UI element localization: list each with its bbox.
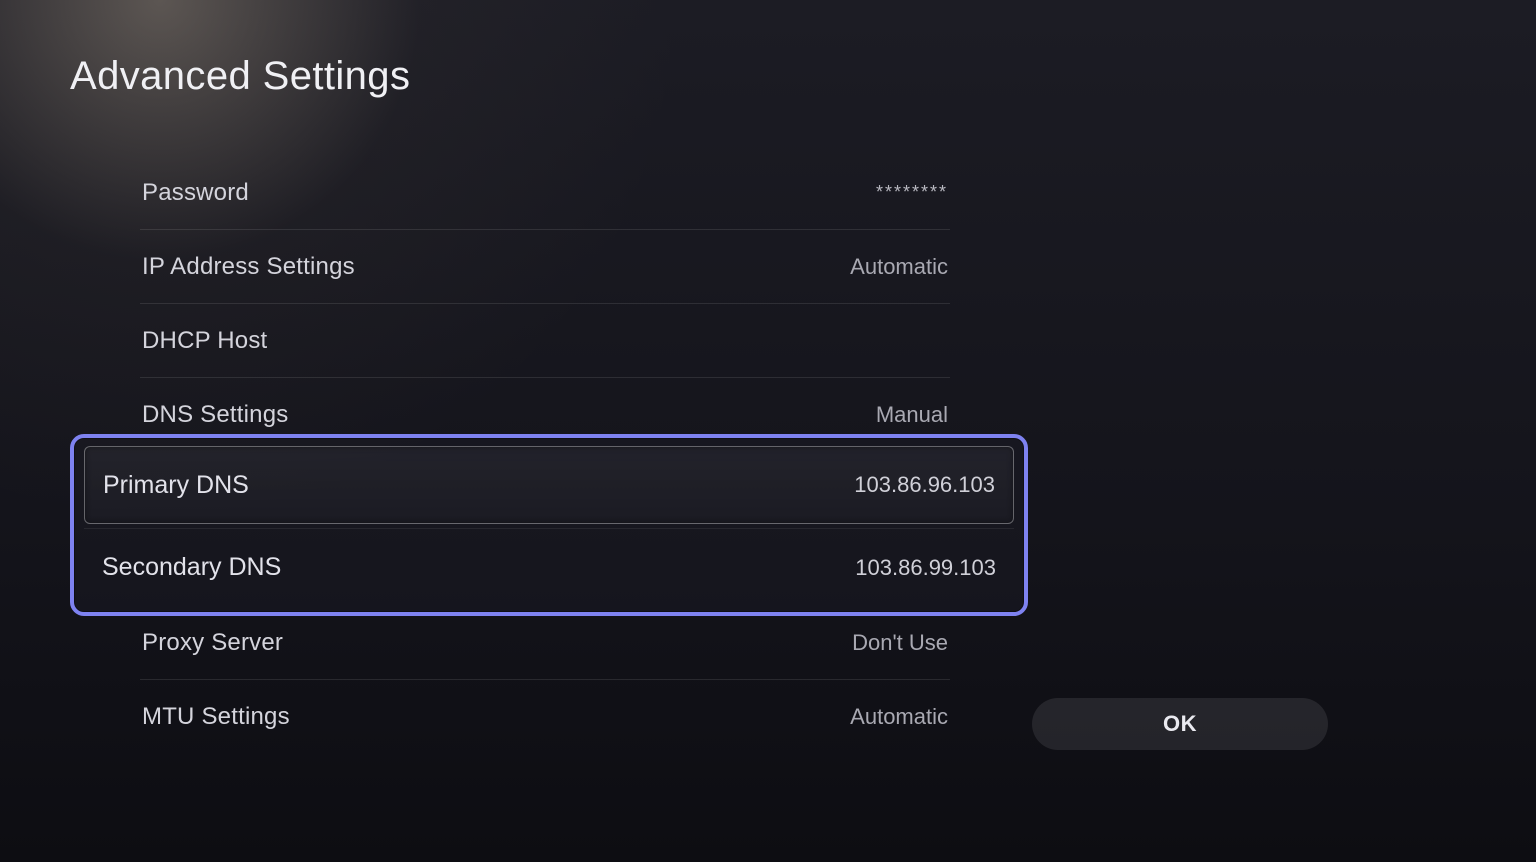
value-proxy: Don't Use	[852, 630, 948, 656]
label-dns: DNS Settings	[142, 401, 288, 429]
row-dhcp-host[interactable]: DHCP Host	[140, 304, 950, 378]
settings-list-lower: Proxy Server Don't Use MTU Settings Auto…	[140, 606, 950, 754]
label-proxy: Proxy Server	[142, 629, 283, 657]
row-mtu-settings[interactable]: MTU Settings Automatic	[140, 680, 950, 754]
page-title: Advanced Settings	[70, 54, 410, 99]
label-mtu: MTU Settings	[142, 703, 290, 731]
row-proxy-server[interactable]: Proxy Server Don't Use	[140, 606, 950, 680]
label-primary-dns: Primary DNS	[103, 471, 249, 500]
value-primary-dns: 103.86.96.103	[854, 472, 995, 498]
label-secondary-dns: Secondary DNS	[102, 553, 281, 582]
value-secondary-dns: 103.86.99.103	[855, 555, 996, 581]
label-ip: IP Address Settings	[142, 253, 355, 281]
value-password: ********	[876, 182, 948, 203]
value-dns: Manual	[876, 402, 948, 428]
row-password[interactable]: Password ********	[140, 156, 950, 230]
value-mtu: Automatic	[850, 704, 948, 730]
settings-list: Password ******** IP Address Settings Au…	[140, 156, 950, 452]
row-secondary-dns[interactable]: Secondary DNS 103.86.99.103	[84, 528, 1014, 606]
value-ip: Automatic	[850, 254, 948, 280]
row-primary-dns[interactable]: Primary DNS 103.86.96.103	[84, 446, 1014, 524]
row-ip-address-settings[interactable]: IP Address Settings Automatic	[140, 230, 950, 304]
ok-button[interactable]: OK	[1032, 698, 1328, 750]
dns-highlight-group: Primary DNS 103.86.96.103 Secondary DNS …	[70, 434, 1028, 616]
label-password: Password	[142, 179, 249, 207]
label-dhcp: DHCP Host	[142, 327, 267, 355]
